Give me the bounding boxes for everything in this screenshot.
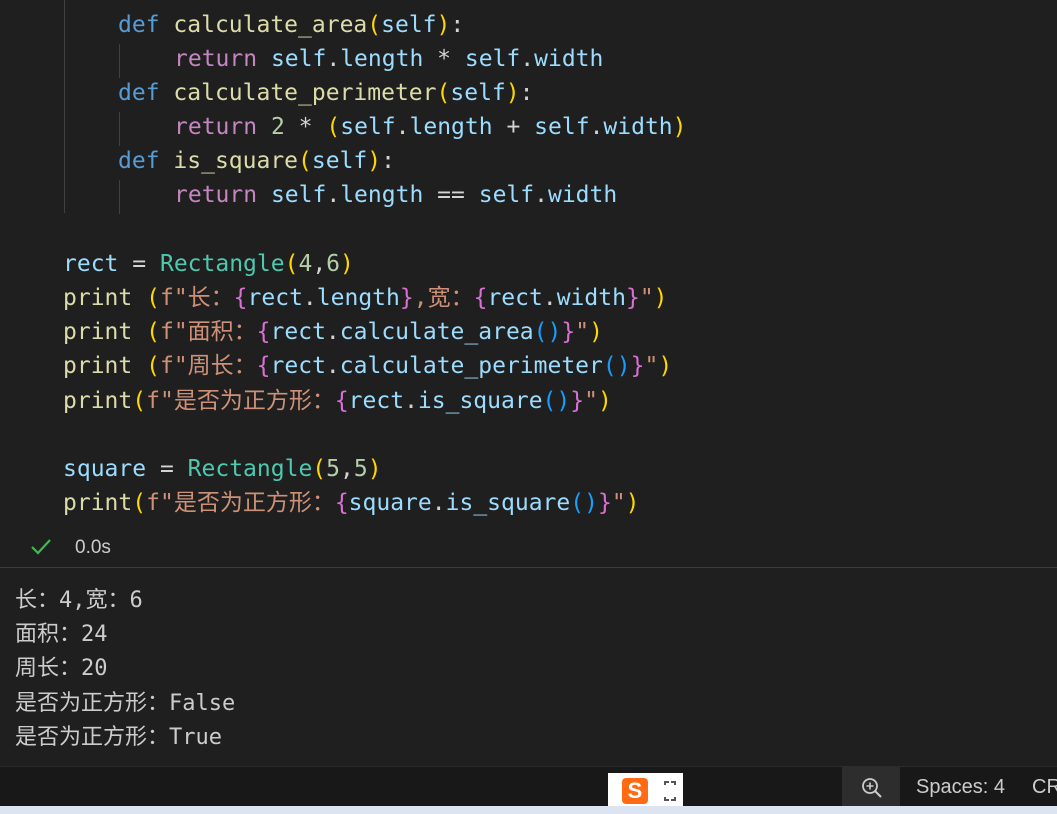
status-bar: S Spaces: 4 CRLF: [0, 766, 1057, 807]
check-icon: [30, 536, 52, 562]
cell-execution-status: 0.0s: [0, 532, 1057, 567]
zoom-in-icon: [862, 778, 882, 798]
sogou-ime-icon[interactable]: S: [608, 773, 683, 807]
output-line: 周长：20: [15, 656, 108, 681]
ime-expand-icon: [664, 781, 676, 801]
code-line[interactable]: print (f"周长：{rect.calculate_perimeter()}…: [63, 349, 672, 383]
code-line[interactable]: return self.length == self.width: [174, 178, 617, 212]
ime-logo: S: [622, 778, 648, 804]
code-line[interactable]: print (f"长：{rect.length},宽：{rect.width}"…: [63, 281, 668, 315]
code-line[interactable]: print (f"面积：{rect.calculate_area()}"): [63, 315, 603, 349]
zoom-in-button[interactable]: [842, 767, 900, 807]
line-ending[interactable]: CRLF: [1032, 767, 1057, 807]
taskbar-edge: [0, 806, 1057, 814]
output-line: 是否为正方形：False: [15, 691, 236, 716]
code-line[interactable]: def is_square(self):: [118, 144, 395, 178]
indent-guide: [119, 112, 120, 146]
output-line: 面积：24: [15, 622, 108, 647]
execution-duration: 0.0s: [75, 537, 111, 558]
output-line: 长：4,宽：6: [15, 588, 143, 613]
code-line[interactable]: rect = Rectangle(4,6): [63, 247, 354, 281]
code-line[interactable]: print(f"是否为正方形：{rect.is_square()}"): [63, 384, 612, 418]
code-line[interactable]: def calculate_perimeter(self):: [118, 76, 533, 110]
indent-guide: [64, 0, 65, 213]
code-line[interactable]: print(f"是否为正方形：{square.is_square()}"): [63, 486, 640, 520]
code-editor[interactable]: def calculate_area(self): return self.le…: [0, 0, 1057, 532]
output-line: 是否为正方形：True: [15, 725, 222, 750]
indentation-spaces[interactable]: Spaces: 4: [916, 767, 1005, 807]
indent-guide: [119, 180, 120, 214]
cell-output: 长：4,宽：6 面积：24 周长：20 是否为正方形：False 是否为正方形：…: [0, 568, 1057, 766]
code-line[interactable]: square = Rectangle(5,5): [63, 452, 382, 486]
code-line[interactable]: return 2 * (self.length + self.width): [174, 110, 687, 144]
code-line[interactable]: return self.length * self.width: [174, 42, 603, 76]
code-line[interactable]: def calculate_area(self):: [118, 8, 464, 42]
indent-guide: [119, 44, 120, 78]
